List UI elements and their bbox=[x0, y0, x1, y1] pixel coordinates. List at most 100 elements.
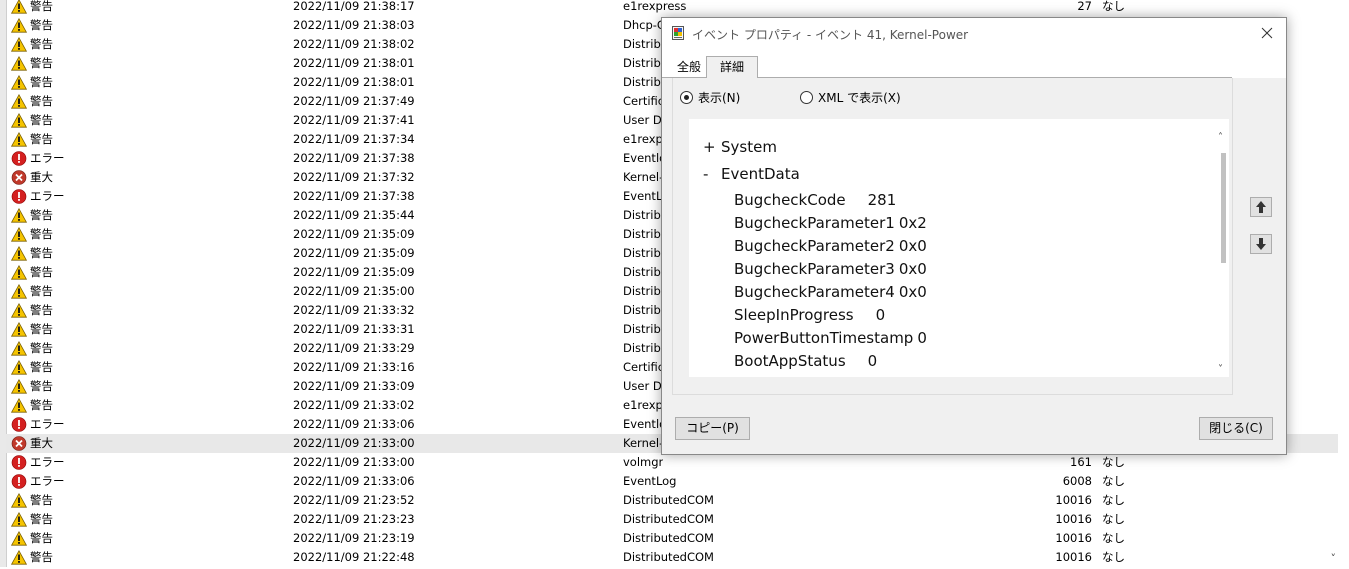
dialog-title: イベント プロパティ - イベント 41, Kernel-Power bbox=[692, 28, 969, 42]
next-event-button[interactable] bbox=[1250, 234, 1272, 254]
level-text: 警告 bbox=[30, 56, 53, 70]
friendly-view-radio[interactable]: 表示(N) bbox=[680, 90, 740, 106]
table-row[interactable]: 警告 2022/11/09 21:38:17 e1rexpress 27 なし bbox=[6, 0, 1338, 16]
warning-icon bbox=[10, 131, 28, 147]
date-cell: 2022/11/09 21:37:34 bbox=[293, 132, 415, 146]
tree-node-system[interactable]: + System bbox=[703, 136, 777, 158]
error-icon bbox=[11, 151, 27, 166]
previous-event-button[interactable] bbox=[1250, 197, 1272, 217]
level-text: 警告 bbox=[30, 379, 53, 393]
warning-icon bbox=[10, 74, 28, 90]
level-text: 重大 bbox=[30, 436, 53, 450]
critical-icon bbox=[11, 170, 27, 185]
event-data-key: BugcheckParameter1 bbox=[734, 214, 895, 232]
level-text: エラー bbox=[30, 474, 65, 488]
table-row[interactable]: 警告 2022/11/09 21:22:48 DistributedCOM 10016… bbox=[6, 548, 1338, 567]
table-row[interactable]: 警告 2022/11/09 21:23:19 DistributedCOM 10016… bbox=[6, 529, 1338, 548]
title-bar[interactable]: イベント プロパティ - イベント 41, Kernel-Power bbox=[662, 18, 1286, 48]
arrow-down-icon bbox=[1256, 238, 1266, 250]
date-cell: 2022/11/09 21:37:32 bbox=[293, 170, 415, 184]
close-icon[interactable] bbox=[1256, 22, 1278, 44]
tree-node-eventdata[interactable]: - EventData bbox=[703, 163, 800, 185]
date-cell: 2022/11/09 21:33:09 bbox=[293, 379, 415, 393]
table-row[interactable]: エラー 2022/11/09 21:33:06 EventLog 6008 なし bbox=[6, 472, 1338, 491]
event-data-value: 0x0 bbox=[898, 237, 927, 255]
tree-node-label: EventData bbox=[721, 165, 800, 183]
date-cell: 2022/11/09 21:22:48 bbox=[293, 550, 415, 564]
scroll-down-icon[interactable]: ˅ bbox=[1331, 552, 1337, 565]
warning-icon bbox=[10, 0, 28, 14]
scroll-up-icon[interactable]: ˄ bbox=[1218, 132, 1223, 143]
event-data-key: BugcheckParameter4 bbox=[734, 283, 895, 301]
event-viewer-icon bbox=[672, 26, 684, 40]
tree-node-label: System bbox=[721, 138, 777, 156]
level-text: 重大 bbox=[30, 170, 53, 184]
source-cell: Eventlo bbox=[623, 151, 667, 165]
event-data-value: 0 bbox=[867, 352, 878, 370]
date-cell: 2022/11/09 21:33:32 bbox=[293, 303, 415, 317]
table-row[interactable]: 警告 2022/11/09 21:23:52 DistributedCOM 10016… bbox=[6, 491, 1338, 510]
expand-toggle[interactable]: + bbox=[703, 136, 721, 158]
warning-icon bbox=[10, 321, 28, 337]
warning-icon bbox=[10, 359, 28, 375]
radio-selected-icon bbox=[680, 91, 693, 104]
date-cell: 2022/11/09 21:35:09 bbox=[293, 246, 415, 260]
event-data-value: 281 bbox=[867, 191, 897, 209]
date-cell: 2022/11/09 21:38:03 bbox=[293, 18, 415, 32]
date-cell: 2022/11/09 21:38:02 bbox=[293, 37, 415, 51]
table-row[interactable]: 警告 2022/11/09 21:23:23 DistributedCOM 10016… bbox=[6, 510, 1338, 529]
critical-icon bbox=[11, 436, 27, 451]
event-data-item: PowerButtonTimestamp 0 bbox=[734, 327, 927, 349]
warning-icon bbox=[10, 55, 28, 71]
collapse-toggle[interactable]: - bbox=[703, 163, 721, 185]
event-data-key: PowerButtonTimestamp bbox=[734, 329, 914, 347]
xml-view-radio[interactable]: XML で表示(X) bbox=[800, 90, 901, 106]
level-text: 警告 bbox=[30, 37, 53, 51]
event-data-value: 0x2 bbox=[898, 214, 927, 232]
event-data-item: BugcheckParameter4 0x0 bbox=[734, 281, 927, 303]
level-text: エラー bbox=[30, 417, 65, 431]
event-data-key: BugcheckCode bbox=[734, 191, 846, 209]
category-cell: なし bbox=[1102, 550, 1125, 564]
date-cell: 2022/11/09 21:23:23 bbox=[293, 512, 415, 526]
date-cell: 2022/11/09 21:37:38 bbox=[293, 189, 415, 203]
source-cell: Eventlo bbox=[623, 417, 667, 431]
level-text: 警告 bbox=[30, 531, 53, 545]
date-cell: 2022/11/09 21:33:06 bbox=[293, 474, 415, 488]
category-cell: なし bbox=[1102, 493, 1125, 507]
date-cell: 2022/11/09 21:37:41 bbox=[293, 113, 415, 127]
warning-icon bbox=[10, 302, 28, 318]
copy-button[interactable]: コピー(P) bbox=[675, 417, 750, 440]
level-text: 警告 bbox=[30, 132, 53, 146]
event-detail-view[interactable]: + System - EventData BugcheckCode 281 Bugche… bbox=[689, 119, 1217, 377]
date-cell: 2022/11/09 21:35:44 bbox=[293, 208, 415, 222]
detail-scrollbar[interactable]: ˄ ˅ bbox=[1217, 119, 1229, 377]
scrollbar-thumb[interactable] bbox=[1221, 153, 1226, 263]
source-cell: volmgr bbox=[623, 455, 664, 469]
level-text: 警告 bbox=[30, 360, 53, 374]
warning-icon bbox=[10, 264, 28, 280]
tab-details[interactable]: 詳細 bbox=[706, 56, 758, 78]
close-button[interactable]: 閉じる(C) bbox=[1199, 417, 1273, 440]
scroll-down-icon[interactable]: ˅ bbox=[1218, 364, 1223, 375]
source-cell: e1rexpress bbox=[623, 0, 687, 13]
error-icon bbox=[11, 189, 27, 204]
level-text: 警告 bbox=[30, 18, 53, 32]
source-cell: EventLog bbox=[623, 474, 677, 488]
event-data-item: BugcheckParameter2 0x0 bbox=[734, 235, 927, 257]
event-id-cell: 10016 bbox=[1055, 512, 1092, 526]
tab-general[interactable]: 全般 bbox=[672, 58, 706, 77]
category-cell: なし bbox=[1102, 0, 1125, 13]
warning-icon bbox=[10, 283, 28, 299]
level-text: 警告 bbox=[30, 265, 53, 279]
level-text: エラー bbox=[30, 455, 65, 469]
event-id-cell: 10016 bbox=[1055, 493, 1092, 507]
warning-icon bbox=[10, 549, 28, 565]
level-text: 警告 bbox=[30, 322, 53, 336]
warning-icon bbox=[10, 511, 28, 527]
event-id-cell: 161 bbox=[1070, 455, 1092, 469]
date-cell: 2022/11/09 21:33:29 bbox=[293, 341, 415, 355]
warning-icon bbox=[10, 492, 28, 508]
level-text: 警告 bbox=[30, 75, 53, 89]
table-row[interactable]: エラー 2022/11/09 21:33:00 volmgr 161 なし bbox=[6, 453, 1338, 472]
